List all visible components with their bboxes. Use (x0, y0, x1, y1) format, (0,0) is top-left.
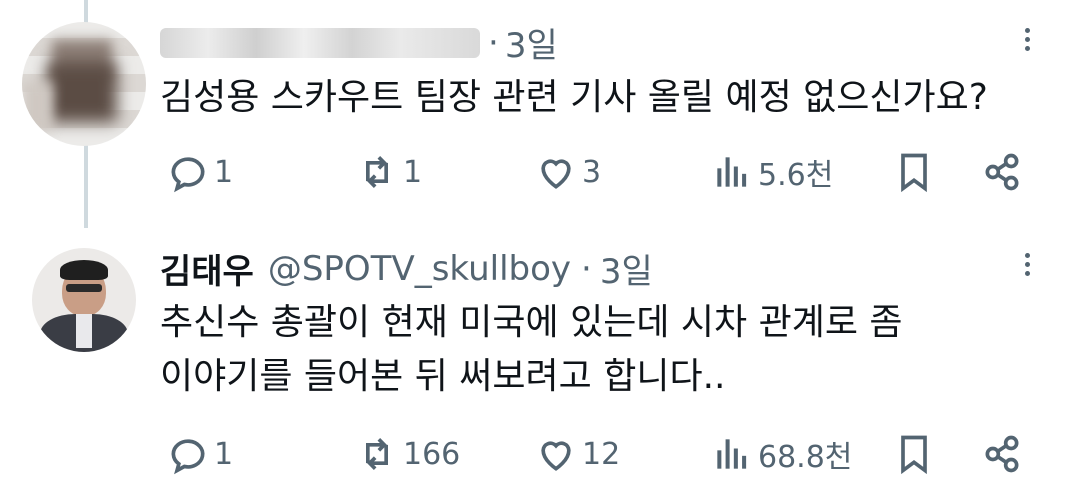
blurred-user-name[interactable] (160, 27, 480, 58)
user-name[interactable]: 김태우 (160, 244, 254, 293)
avatar[interactable] (32, 248, 136, 352)
tweet-text: 김성용 스카우트 팀장 관련 기사 올릴 예정 없으신가요? (160, 77, 988, 118)
tweet-text-line-1: 추신수 총괄이 현재 미국에 있는데 시차 관계로 좀 (160, 302, 903, 343)
share-button[interactable] (980, 432, 1024, 480)
reply-icon (171, 439, 205, 475)
share-icon (985, 153, 1019, 191)
repost-icon (366, 156, 388, 188)
user-handle[interactable]: @SPOTV_skullboy (268, 249, 571, 289)
avatar-blurred[interactable] (22, 22, 146, 146)
separator-dot: · (488, 22, 499, 63)
views-icon (717, 157, 747, 187)
bookmark-icon (901, 435, 927, 475)
bookmark-button[interactable] (892, 432, 936, 480)
repost-count: 166 (403, 436, 461, 472)
like-icon (541, 441, 571, 471)
tweet-header: 김태우 @SPOTV_skullboy · 3일 (160, 244, 653, 293)
separator-dot: · (581, 248, 592, 289)
reply-count: 1 (214, 436, 234, 472)
repost-count: 1 (403, 154, 423, 190)
bookmark-button[interactable] (892, 150, 936, 198)
timestamp[interactable]: 3일 (600, 244, 653, 293)
reply-button[interactable]: 1 (166, 150, 233, 194)
views-icon (717, 439, 747, 469)
views-button[interactable]: 5.6천 (710, 150, 833, 194)
like-count: 12 (582, 436, 621, 472)
repost-icon (366, 438, 388, 470)
views-count: 5.6천 (758, 158, 834, 193)
repost-button[interactable]: 166 (355, 432, 460, 476)
like-count: 3 (582, 154, 602, 190)
views-button[interactable]: 68.8천 (710, 432, 852, 476)
more-icon[interactable] (1025, 28, 1031, 55)
reply-icon (171, 157, 205, 193)
like-button[interactable]: 3 (534, 150, 601, 194)
bookmark-icon (901, 153, 927, 193)
like-icon (541, 159, 571, 189)
reply-count: 1 (214, 154, 234, 190)
repost-button[interactable]: 1 (355, 150, 422, 194)
share-button[interactable] (980, 150, 1024, 198)
tweet-header: · 3일 (160, 18, 558, 67)
share-icon (985, 435, 1019, 473)
timestamp[interactable]: 3일 (505, 18, 558, 67)
like-button[interactable]: 12 (534, 432, 620, 476)
reply-button[interactable]: 1 (166, 432, 233, 476)
views-count: 68.8천 (758, 440, 853, 475)
tweet-text-line-2: 이야기를 들어본 뒤 써보려고 합니다.. (160, 356, 726, 397)
more-icon[interactable] (1025, 253, 1031, 280)
